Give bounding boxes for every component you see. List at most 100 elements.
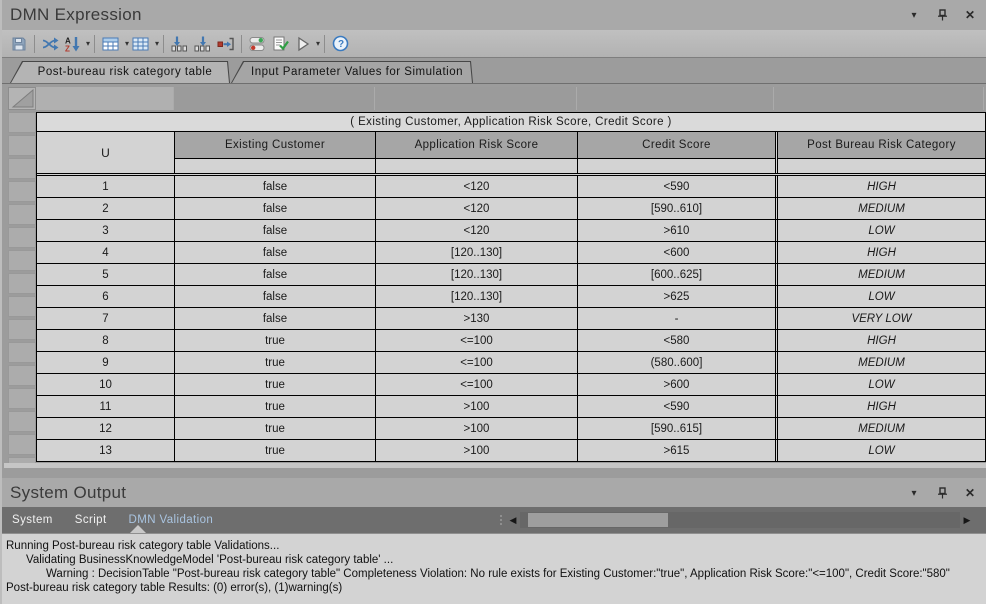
allowed-values-cell[interactable] <box>376 159 577 173</box>
rule-input-cell[interactable]: [590..610] <box>578 198 775 219</box>
sort-az-icon[interactable]: AZ <box>63 33 83 55</box>
rule-number-cell[interactable]: 8 <box>37 330 175 351</box>
rule-input-cell[interactable]: <120 <box>376 176 578 197</box>
rule-input-cell[interactable]: >130 <box>376 308 578 329</box>
rule-number-cell[interactable]: 12 <box>37 418 175 439</box>
insert-rule-below-icon[interactable] <box>192 33 213 55</box>
rule-input-cell[interactable]: [120..130] <box>376 286 578 307</box>
hit-policy-cell[interactable]: U <box>37 132 175 173</box>
rule-output-cell[interactable]: HIGH <box>775 396 985 417</box>
rule-input-cell[interactable]: <600 <box>578 242 775 263</box>
rule-input-cell[interactable]: true <box>175 374 376 395</box>
rule-number-cell[interactable]: 7 <box>37 308 175 329</box>
rule-input-cell[interactable]: [120..130] <box>376 264 578 285</box>
sort-dropdown-icon[interactable]: ▾ <box>86 39 90 48</box>
scroll-left-icon[interactable]: ◀ <box>506 511 520 529</box>
rule-output-cell[interactable]: MEDIUM <box>775 264 985 285</box>
allowed-values-cell[interactable] <box>175 159 375 173</box>
rule-output-cell[interactable]: HIGH <box>775 176 985 197</box>
rule-input-cell[interactable]: true <box>175 330 376 351</box>
validate-icon[interactable] <box>270 33 291 55</box>
help-icon[interactable]: ? <box>330 33 351 55</box>
column-header-post-bureau-risk-category[interactable]: Post Bureau Risk Category <box>778 132 985 159</box>
rule-input-cell[interactable]: false <box>175 220 376 241</box>
rule-input-cell[interactable]: <590 <box>578 396 775 417</box>
rule-input-cell[interactable]: <=100 <box>376 374 578 395</box>
rule-output-cell[interactable]: LOW <box>775 374 985 395</box>
row-gutter-cell[interactable] <box>8 227 36 248</box>
row-gutter-cell[interactable] <box>8 181 36 202</box>
close-icon[interactable]: ✕ <box>964 487 976 499</box>
grid-column-header[interactable] <box>174 87 375 110</box>
scrollbar-track[interactable] <box>520 512 960 528</box>
rule-number-cell[interactable]: 2 <box>37 198 175 219</box>
rule-number-cell[interactable]: 11 <box>37 396 175 417</box>
rule-output-cell[interactable]: LOW <box>775 440 985 461</box>
close-icon[interactable]: ✕ <box>964 9 976 21</box>
rule-input-cell[interactable]: <=100 <box>376 352 578 373</box>
rule-input-cell[interactable]: (580..600] <box>578 352 775 373</box>
rule-output-cell[interactable]: LOW <box>775 220 985 241</box>
rule-number-cell[interactable]: 3 <box>37 220 175 241</box>
pin-icon[interactable] <box>936 9 948 21</box>
rule-input-cell[interactable]: [590..615] <box>578 418 775 439</box>
rule-input-cell[interactable]: >625 <box>578 286 775 307</box>
rule-input-cell[interactable]: [120..130] <box>376 242 578 263</box>
allowed-values-cell[interactable] <box>578 159 775 173</box>
shuffle-icon[interactable] <box>40 33 61 55</box>
grid-column-header[interactable] <box>36 87 174 110</box>
scroll-right-icon[interactable]: ▶ <box>960 511 974 529</box>
scrollbar-grip[interactable] <box>500 515 502 525</box>
run-dropdown-icon[interactable]: ▾ <box>316 39 320 48</box>
table-view-dropdown-icon[interactable]: ▾ <box>125 39 129 48</box>
column-header-existing-customer[interactable]: Existing Customer <box>175 132 375 159</box>
row-gutter-cell[interactable] <box>8 135 36 156</box>
row-gutter-cell[interactable] <box>8 365 36 386</box>
rule-number-cell[interactable]: 1 <box>37 176 175 197</box>
rule-input-cell[interactable]: <120 <box>376 220 578 241</box>
row-gutter-cell[interactable] <box>8 434 36 455</box>
rule-input-cell[interactable]: true <box>175 418 376 439</box>
rule-input-cell[interactable]: - <box>578 308 775 329</box>
rule-input-cell[interactable]: true <box>175 440 376 461</box>
run-simulation-icon[interactable] <box>293 33 313 55</box>
scrollbar-thumb[interactable] <box>528 513 668 527</box>
row-gutter-cell[interactable] <box>8 411 36 432</box>
row-gutter-cell[interactable] <box>8 204 36 225</box>
grid-column-header[interactable] <box>577 87 774 110</box>
rule-number-cell[interactable]: 6 <box>37 286 175 307</box>
column-header-credit-score[interactable]: Credit Score <box>578 132 775 159</box>
grid-select-all-corner[interactable] <box>8 87 36 110</box>
grid-column-header[interactable] <box>375 87 577 110</box>
panel-menu-icon[interactable]: ▾ <box>908 9 920 21</box>
row-gutter-cell[interactable] <box>8 319 36 340</box>
column-header-application-risk-score[interactable]: Application Risk Score <box>376 132 577 159</box>
rule-input-cell[interactable]: >100 <box>376 418 578 439</box>
row-gutter-cell[interactable] <box>8 342 36 363</box>
rule-input-cell[interactable]: [600..625] <box>578 264 775 285</box>
merge-rule-icon[interactable] <box>215 33 236 55</box>
row-gutter-cell[interactable] <box>8 158 36 179</box>
rule-input-cell[interactable]: false <box>175 264 376 285</box>
grid-view-icon[interactable] <box>130 33 152 55</box>
rule-number-cell[interactable]: 9 <box>37 352 175 373</box>
rule-input-cell[interactable]: <590 <box>578 176 775 197</box>
rule-input-cell[interactable]: >615 <box>578 440 775 461</box>
rule-input-cell[interactable]: true <box>175 396 376 417</box>
rule-output-cell[interactable]: MEDIUM <box>775 198 985 219</box>
pin-icon[interactable] <box>936 487 948 499</box>
rule-output-cell[interactable]: LOW <box>775 286 985 307</box>
rule-input-cell[interactable]: <=100 <box>376 330 578 351</box>
row-gutter-cell[interactable] <box>8 296 36 317</box>
rule-number-cell[interactable]: 5 <box>37 264 175 285</box>
allowed-values-cell[interactable] <box>778 159 985 173</box>
rule-input-cell[interactable]: false <box>175 308 376 329</box>
rule-input-cell[interactable]: false <box>175 198 376 219</box>
validation-output-area[interactable]: Running Post-bureau risk category table … <box>2 533 986 604</box>
panel-menu-icon[interactable]: ▾ <box>908 487 920 499</box>
row-gutter-cell[interactable] <box>8 250 36 271</box>
rule-output-cell[interactable]: MEDIUM <box>775 418 985 439</box>
rule-output-cell[interactable]: HIGH <box>775 330 985 351</box>
rule-input-cell[interactable]: >610 <box>578 220 775 241</box>
rule-input-cell[interactable]: >100 <box>376 396 578 417</box>
